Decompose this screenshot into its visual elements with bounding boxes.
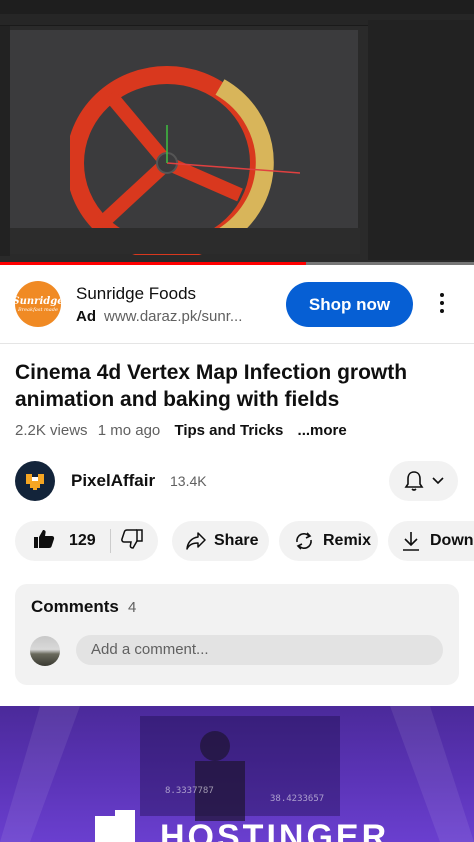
video-title[interactable]: Cinema 4d Vertex Map Infection growth an… — [15, 359, 460, 413]
c4d-left-tools — [0, 26, 10, 256]
ad-logo[interactable]: Sunridge Breakfast made — [12, 281, 64, 327]
comments-header: Comments — [31, 597, 119, 616]
like-count[interactable]: 129 — [69, 532, 96, 550]
comments-count: 4 — [128, 599, 137, 616]
upload-age: 1 mo ago — [97, 422, 161, 439]
ad-title[interactable]: Sunridge Foods — [76, 284, 196, 304]
banner-brand: HOSTINGER — [160, 818, 390, 842]
ad-badge: Ad — [76, 308, 96, 325]
channel-name[interactable]: PixelAffair — [71, 471, 155, 491]
more-options-icon[interactable] — [434, 290, 450, 316]
notification-bell-button[interactable] — [389, 461, 458, 501]
c4d-viewport — [10, 30, 358, 255]
download-label: Down — [430, 532, 474, 549]
chevron-down-icon — [431, 477, 444, 485]
c4d-object-manager — [368, 20, 474, 260]
shop-now-button[interactable]: Shop now — [286, 282, 413, 327]
subscriber-count: 13.4K — [170, 473, 207, 489]
view-count: 2.2K views — [15, 422, 88, 439]
more-link[interactable]: ...more — [298, 422, 347, 439]
divider — [0, 343, 474, 344]
like-icon[interactable] — [33, 529, 55, 554]
dislike-icon[interactable] — [120, 528, 143, 554]
user-avatar — [30, 636, 60, 666]
like-dislike-bar: 129 — [15, 521, 158, 561]
download-button[interactable]: Down — [388, 521, 474, 561]
like-separator — [109, 529, 111, 553]
share-label: Share — [214, 532, 259, 549]
remix-label: Remix — [323, 532, 372, 549]
ad-url[interactable]: www.daraz.pk/sunr... — [104, 308, 242, 325]
share-icon — [186, 532, 206, 550]
remix-icon — [296, 532, 312, 550]
video-player[interactable] — [0, 0, 474, 265]
remix-button[interactable]: Remix — [279, 521, 378, 561]
video-tag[interactable]: Tips and Tricks — [174, 422, 283, 439]
comments-panel[interactable]: Comments 4 Add a comment... — [15, 584, 459, 685]
ad-logo-tagline: Breakfast made — [18, 306, 58, 313]
hostinger-banner[interactable]: 8.3337787 38.4233657 HOSTINGER — [0, 706, 474, 842]
banner-watermark: 8.3337787 — [165, 786, 214, 796]
ad-logo-text: Sunridge — [12, 295, 64, 307]
pixel-heart-icon — [26, 474, 44, 490]
channel-avatar[interactable] — [15, 461, 55, 501]
video-progress-bar[interactable] — [0, 262, 474, 265]
share-button[interactable]: Share — [172, 521, 269, 561]
ad-subline: Ad www.daraz.pk/sunr... — [76, 308, 242, 325]
ad-card[interactable]: Sunridge Breakfast made Sunridge Foods A… — [0, 272, 474, 344]
video-progress-fill — [0, 262, 306, 265]
video-meta[interactable]: 2.2K views 1 mo ago Tips and Tricks ...m… — [15, 422, 353, 439]
wheel-render — [70, 66, 300, 255]
download-icon — [403, 532, 419, 551]
add-comment-input[interactable]: Add a comment... — [76, 635, 443, 665]
c4d-timeline — [10, 228, 360, 254]
c4d-menubar — [0, 0, 474, 14]
youtube-watch-page: Sunridge Breakfast made Sunridge Foods A… — [0, 0, 474, 842]
banner-watermark: 38.4233657 — [270, 794, 325, 804]
bell-icon — [404, 471, 423, 491]
